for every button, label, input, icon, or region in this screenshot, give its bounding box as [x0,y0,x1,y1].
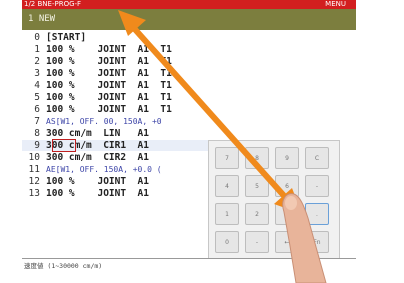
program-line[interactable]: 2 100 % JOINT A1 T1 [22,56,222,67]
program-line[interactable]: 0 [START] [22,32,222,43]
line-text: AE[W1, OFF. 150A, +0.0 ( [46,165,162,174]
key-6[interactable]: 6 [275,175,299,197]
key-8[interactable]: 8 [245,147,269,169]
key-backspace[interactable]: ← [275,231,299,253]
program-line[interactable]: 7 AS[W1, OFF. 00, 150A, +0 [22,116,222,127]
program-header[interactable]: 1 NEW [22,9,356,30]
line-text: 100 % JOINT A1 T1 [46,92,172,103]
key-1[interactable]: 1 [215,203,239,225]
line-text: 300 cm/m CIR2 A1 [46,152,149,163]
program-line[interactable]: 10 300 cm/m CIR2 A1 [22,152,222,163]
key-5[interactable]: 5 [245,175,269,197]
line-text: 100 % JOINT A1 T1 [46,80,172,91]
line-text: 100 % JOINT A1 T1 [46,44,172,55]
line-text: 100 % JOINT A1 T1 [46,68,172,79]
title-right[interactable]: MENU [325,0,346,9]
key-0[interactable]: 0 [215,231,239,253]
line-text: 100 % JOINT A1 [46,176,149,187]
edit-field-highlight[interactable] [52,139,76,152]
key-minus2[interactable]: - [245,231,269,253]
line-text: AS[W1, OFF. 00, 150A, +0 [46,117,162,126]
line-text: 100 % JOINT A1 [46,188,149,199]
key-7[interactable]: 7 [215,147,239,169]
numeric-keypad: 7 8 9 C 4 5 6 - 1 2 3 . 0 - ← Fn [208,140,340,260]
key-4[interactable]: 4 [215,175,239,197]
key-dot[interactable]: . [305,203,329,225]
pendant-screen: 1/2 BNE-PROG-F MENU 1 NEW 0 [START] 1 100 … [22,0,356,283]
key-9[interactable]: 9 [275,147,299,169]
program-line[interactable]: 13 100 % JOINT A1 [22,188,222,199]
key-fn[interactable]: Fn [305,231,329,253]
line-text: [START] [46,32,87,43]
line-text: 300 cm/m LIN A1 [46,128,149,139]
program-line[interactable]: 8 300 cm/m LIN A1 [22,128,222,139]
program-line[interactable]: 11 AE[W1, OFF. 150A, +0.0 ( [22,164,222,175]
key-2[interactable]: 2 [245,203,269,225]
program-line[interactable]: 4 100 % JOINT A1 T1 [22,80,222,91]
key-minus[interactable]: - [305,175,329,197]
key-clear[interactable]: C [305,147,329,169]
program-line[interactable]: 1 100 % JOINT A1 T1 [22,44,222,55]
program-line[interactable]: 5 100 % JOINT A1 T1 [22,92,222,103]
title-left: 1/2 BNE-PROG-F [24,0,82,8]
status-hint: 速度値 (1~30000 cm/m) [24,262,103,270]
program-line[interactable]: 12 100 % JOINT A1 [22,176,222,187]
program-header-label: 1 NEW [28,14,56,24]
status-hint-bar: 速度値 (1~30000 cm/m) [22,258,356,273]
line-text: 100 % JOINT A1 T1 [46,104,172,115]
title-bar: 1/2 BNE-PROG-F MENU [22,0,356,9]
key-3[interactable]: 3 [275,203,299,225]
program-line[interactable]: 6 100 % JOINT A1 T1 [22,104,222,115]
line-text: 100 % JOINT A1 T1 [46,56,172,67]
program-line[interactable]: 3 100 % JOINT A1 T1 [22,68,222,79]
